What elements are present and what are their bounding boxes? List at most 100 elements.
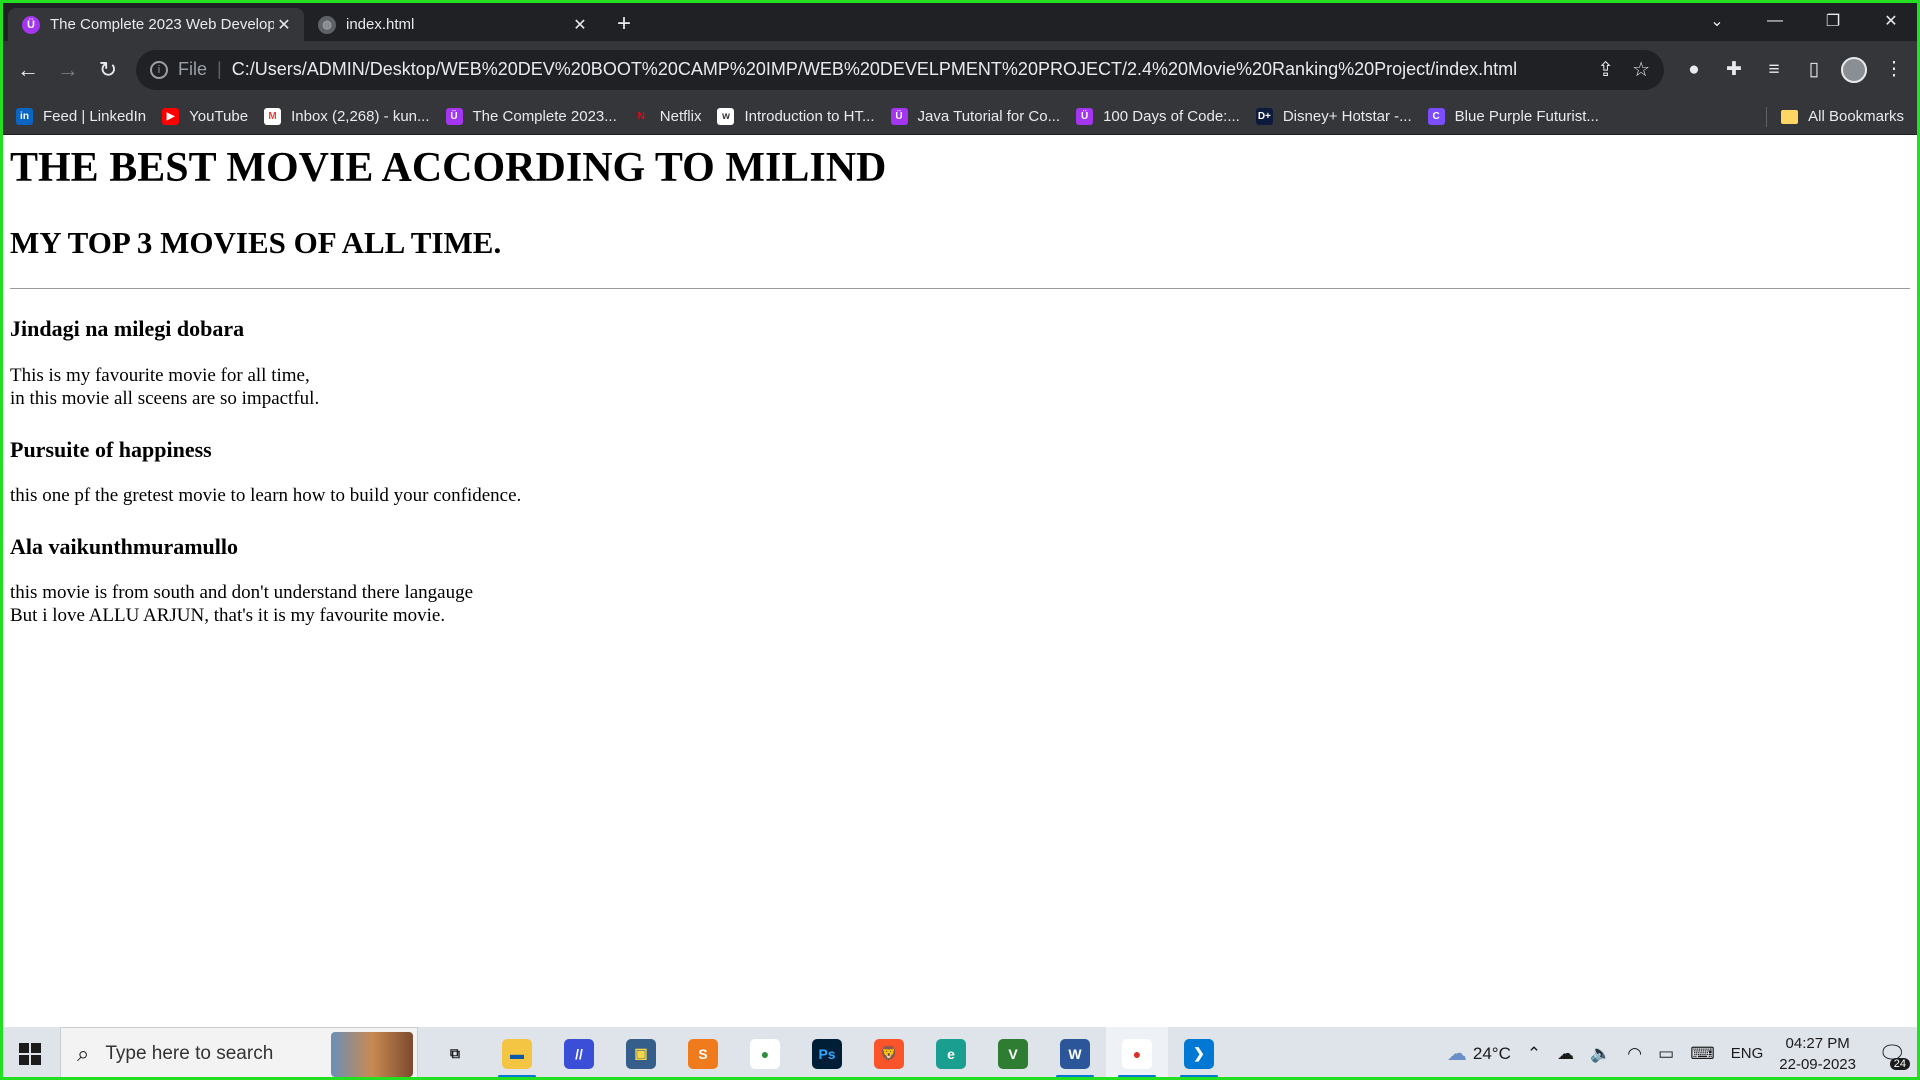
forward-button[interactable]: → xyxy=(48,50,88,90)
media-queue-icon[interactable]: ≡ xyxy=(1754,50,1794,90)
windows-taskbar: ⌕ Type here to search ⧉ ▬ // ▣ S ● Ps 🦁 e V W ● ❯ ☁ … xyxy=(0,1027,1920,1080)
chevron-up-icon[interactable]: ⌃ xyxy=(1527,1044,1541,1064)
taskbar-app-file-explorer[interactable]: ▬ xyxy=(486,1027,548,1080)
tab-index-html[interactable]: ◍ index.html ✕ xyxy=(304,8,600,41)
taskbar-app-task-view[interactable]: ⧉ xyxy=(424,1027,486,1080)
language-indicator[interactable]: ENG xyxy=(1731,1045,1764,1062)
tab-search-icon[interactable]: ⌄ xyxy=(1688,0,1746,41)
bookmark-linkedin[interactable]: in Feed | LinkedIn xyxy=(16,107,146,125)
movie-title: Jindagi na milegi dobara xyxy=(10,316,245,342)
taskbar-app-chrome[interactable]: ● xyxy=(734,1027,796,1080)
reload-button[interactable]: ↻ xyxy=(88,50,128,90)
tab-title: The Complete 2023 Web Develop xyxy=(50,16,274,33)
gmail-icon: M xyxy=(264,107,282,125)
wifi-icon[interactable]: ◠ xyxy=(1627,1044,1642,1064)
taskbar-app-brave[interactable]: 🦁 xyxy=(858,1027,920,1080)
bookmark-w3schools[interactable]: w Introduction to HT... xyxy=(717,107,875,125)
address-bar[interactable]: i File | C:/Users/ADMIN/Desktop/WEB%20DE… xyxy=(136,49,1664,90)
bookmark-label: Java Tutorial for Co... xyxy=(917,107,1061,125)
description-line: But i love ALLU ARJUN, that's it is my f… xyxy=(10,605,446,627)
taskbar-app-sublime-text[interactable]: S xyxy=(672,1027,734,1080)
sublime-text-icon: S xyxy=(688,1038,718,1069)
new-tab-button[interactable]: + xyxy=(608,8,640,40)
azure-data-studio-icon: // xyxy=(564,1038,594,1069)
bookmark-label: Inbox (2,268) - kun... xyxy=(291,107,430,125)
tab-udemy-course[interactable]: Ü The Complete 2023 Web Develop ✕ xyxy=(8,8,304,41)
url-scheme: File xyxy=(178,59,208,79)
weather-widget[interactable]: ☁ 24°C xyxy=(1447,1041,1511,1066)
chrome-profile-icon: ● xyxy=(1122,1038,1152,1069)
taskbar-app-photoshop[interactable]: Ps xyxy=(796,1027,858,1080)
taskbar-app-word[interactable]: W xyxy=(1044,1027,1106,1080)
bookmark-star-icon[interactable]: ☆ xyxy=(1632,57,1650,82)
brave-icon: 🦁 xyxy=(874,1038,904,1069)
web-page: THE BEST MOVIE ACCORDING TO MILIND MY TO… xyxy=(3,135,1917,1027)
notification-center-button[interactable]: 🗨 24 xyxy=(1872,1034,1912,1074)
description-line: in this movie all sceens are so impactfu… xyxy=(10,387,320,409)
bookmark-netflix[interactable]: N Netflix xyxy=(633,108,702,125)
side-panel-icon[interactable]: ▯ xyxy=(1794,50,1834,90)
start-button[interactable] xyxy=(0,1027,60,1080)
page-subtitle: MY TOP 3 MOVIES OF ALL TIME. xyxy=(10,225,502,261)
close-tab-icon[interactable]: ✕ xyxy=(274,15,294,35)
bookmark-100-days-of-code[interactable]: Ü 100 Days of Code:... xyxy=(1076,107,1240,125)
back-button[interactable]: ← xyxy=(8,50,48,90)
taskbar-app-vim[interactable]: V xyxy=(982,1027,1044,1080)
extensions-puzzle-icon[interactable]: ✚ xyxy=(1714,50,1754,90)
url-separator: | xyxy=(217,59,222,79)
movie-description: this movie is from south and don't under… xyxy=(10,581,1910,627)
bookmark-canva[interactable]: C Blue Purple Futurist... xyxy=(1427,107,1599,125)
info-icon[interactable]: i xyxy=(150,60,168,79)
movie-description: this one pf the gretest movie to learn h… xyxy=(10,484,1910,507)
divider xyxy=(1766,106,1768,127)
description-line: this one pf the gretest movie to learn h… xyxy=(10,484,522,506)
share-icon[interactable]: ⇪ xyxy=(1597,57,1614,82)
clock[interactable]: 04:27 PM 22-09-2023 xyxy=(1779,1033,1856,1075)
bookmark-udemy-web-course[interactable]: Ü The Complete 2023... xyxy=(445,107,617,125)
taskbar-app-edge-beta[interactable]: e xyxy=(920,1027,982,1080)
restore-button[interactable]: ❐ xyxy=(1804,0,1862,41)
menu-kebab-icon[interactable]: ⋮ xyxy=(1874,50,1914,90)
search-highlight-image xyxy=(331,1032,413,1077)
taskbar-search-box[interactable]: ⌕ Type here to search xyxy=(60,1027,418,1080)
bookmarks-bar: in Feed | LinkedIn ▶ YouTube M Inbox (2,… xyxy=(0,98,1920,135)
windows-logo-icon xyxy=(19,1042,41,1065)
folder-icon xyxy=(1781,109,1799,124)
taskbar-app-vscode[interactable]: ❯ xyxy=(1168,1027,1230,1080)
extension-blob-icon[interactable]: ● xyxy=(1674,50,1714,90)
bookmark-java-tutorial[interactable]: Ü Java Tutorial for Co... xyxy=(890,107,1061,125)
tab-title: index.html xyxy=(346,16,415,33)
battery-icon[interactable]: ▭ xyxy=(1658,1044,1674,1064)
word-icon: W xyxy=(1060,1038,1090,1069)
profile-avatar[interactable] xyxy=(1834,50,1874,90)
close-tab-icon[interactable]: ✕ xyxy=(570,15,590,35)
taskbar-app-azure-data-studio[interactable]: // xyxy=(548,1027,610,1080)
notification-badge: 24 xyxy=(1889,1057,1910,1070)
netflix-icon: N xyxy=(637,110,645,122)
onedrive-icon[interactable]: ☁ xyxy=(1557,1044,1574,1064)
close-window-button[interactable]: ✕ xyxy=(1862,0,1920,41)
all-bookmarks-button[interactable]: All Bookmarks xyxy=(1766,98,1904,135)
edge-beta-icon: e xyxy=(936,1038,966,1069)
cloud-icon: ☁ xyxy=(1446,1043,1467,1065)
linkedin-icon: in xyxy=(16,107,33,125)
taskbar-app-python[interactable]: ▣ xyxy=(610,1027,672,1080)
volume-icon[interactable]: 🔈 xyxy=(1590,1044,1611,1064)
hotstar-icon: D+ xyxy=(1255,107,1273,125)
youtube-icon: ▶ xyxy=(162,107,180,125)
url-text[interactable]: C:/Users/ADMIN/Desktop/WEB%20DEV%20BOOT%… xyxy=(232,59,1580,80)
minimize-button[interactable]: — xyxy=(1746,0,1804,41)
clock-date: 22-09-2023 xyxy=(1779,1055,1856,1073)
keyboard-icon[interactable]: ⌨ xyxy=(1690,1044,1715,1064)
bookmark-gmail[interactable]: M Inbox (2,268) - kun... xyxy=(264,107,430,125)
udemy-icon: Ü xyxy=(22,15,40,34)
canva-icon: C xyxy=(1427,107,1445,125)
bookmark-hotstar[interactable]: D+ Disney+ Hotstar -... xyxy=(1255,107,1412,125)
udemy-icon: Ü xyxy=(445,107,463,125)
weather-temp: 24°C xyxy=(1472,1043,1511,1063)
bookmark-youtube[interactable]: ▶ YouTube xyxy=(162,107,248,125)
search-icon: ⌕ xyxy=(77,1040,90,1066)
taskbar-app-chrome-profile[interactable]: ● xyxy=(1106,1027,1168,1080)
bookmark-label: 100 Days of Code:... xyxy=(1103,107,1240,125)
browser-tab-strip: Ü The Complete 2023 Web Develop ✕ ◍ inde… xyxy=(0,0,1920,41)
